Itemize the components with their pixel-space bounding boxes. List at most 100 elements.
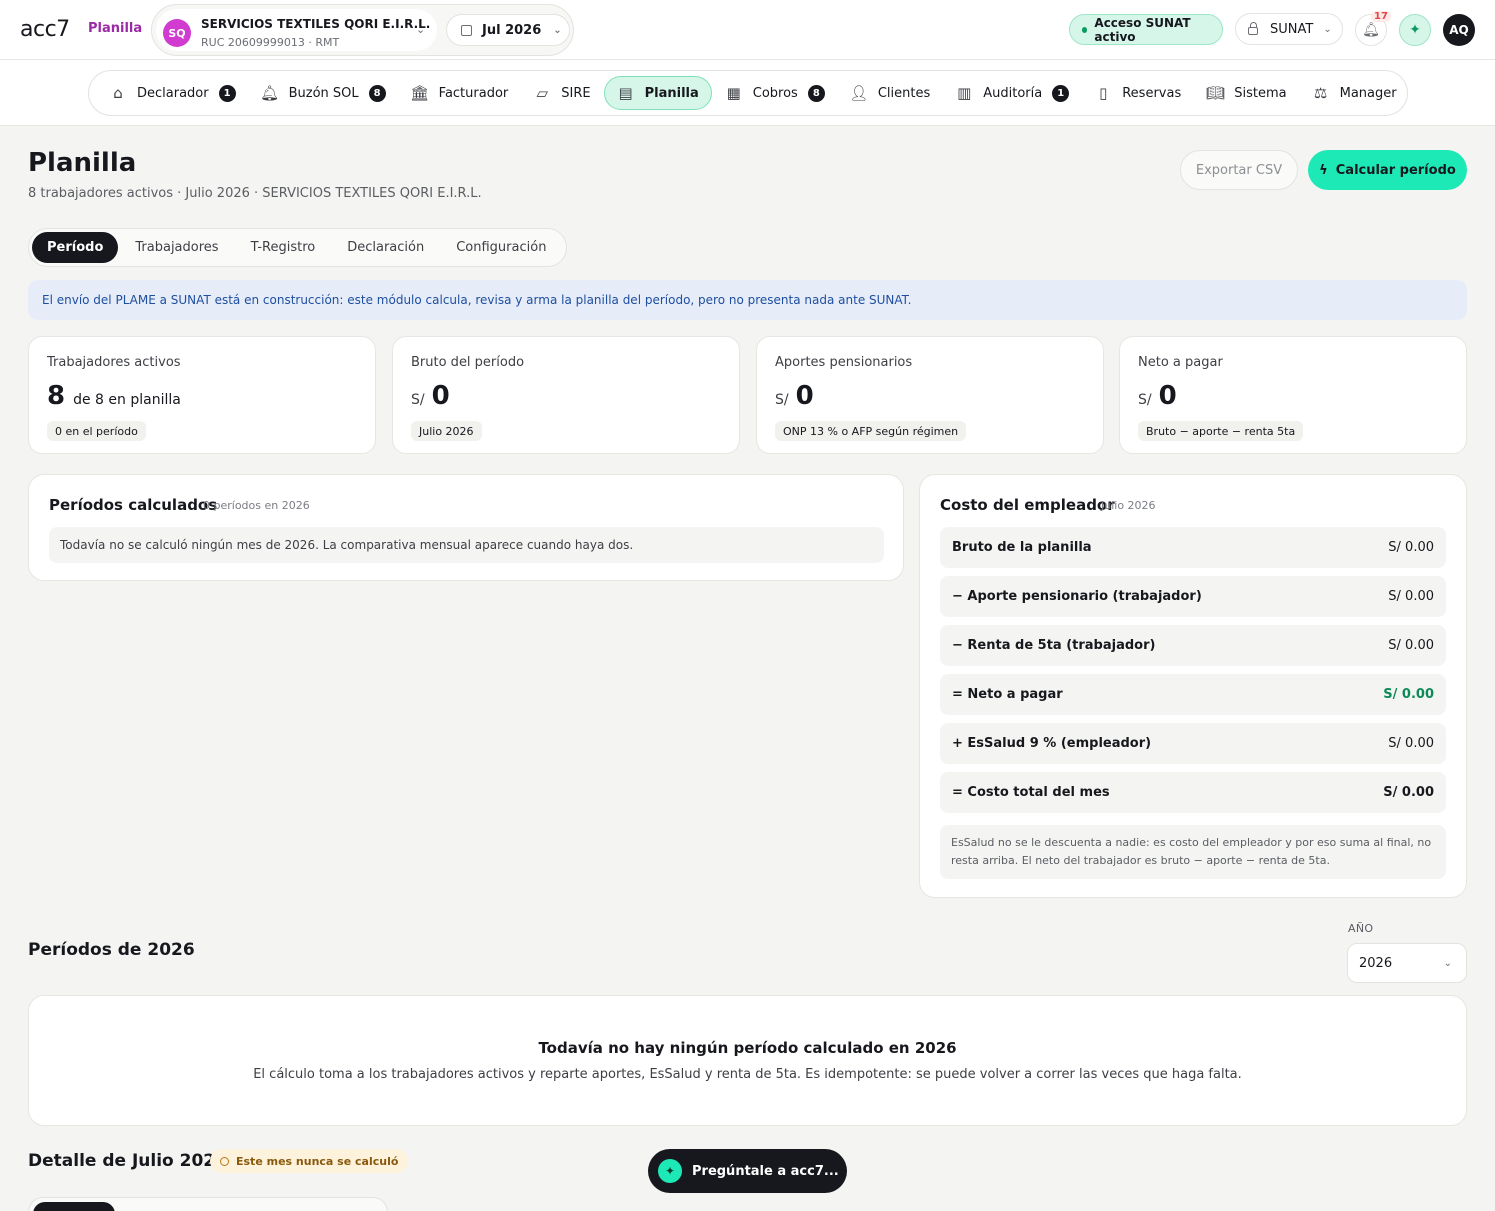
lock-icon [1248,22,1258,35]
export-csv-button[interactable]: Exportar CSV [1180,150,1298,190]
period-selector[interactable]: Jul 2026 ⌄ [446,14,570,46]
tab-periodo[interactable]: Período [32,232,119,263]
cost-value: S/ 0.00 [1388,540,1434,555]
nav-label: Auditoría [983,85,1043,101]
page-subtitle: 8 trabajadores activos · Julio 2026 · SE… [28,186,482,201]
card-meta: 0 períodos en 2026 [203,499,310,512]
kpi-number: 0 [1158,381,1177,411]
detail-tab-active[interactable] [33,1202,115,1211]
kpi-label: Neto a pagar [1138,355,1223,370]
sunat-status-badge[interactable]: Acceso SUNAT activo [1069,14,1223,45]
empty-state: Todavía no se calculó ningún mes de 2026… [49,527,884,563]
nav-item-cobros[interactable]: ▦ Cobros 8 [713,76,837,110]
kpi-label: Bruto del período [411,355,525,370]
bell-icon: 🔔︎ [1362,22,1380,38]
tab-configuracion[interactable]: Configuración [441,232,561,263]
nav-item-declarador[interactable]: ⌂ Declarador 1 [97,76,248,110]
nav-item-clientes[interactable]: 👤︎ Clientes [838,76,942,110]
kpi-card-aportes: Aportes pensionarios S/ 0 ONP 13 % o AFP… [756,336,1104,454]
cost-label: − Aporte pensionario (trabajador) [952,589,1202,604]
clock-icon [220,1156,229,1166]
nav-item-buzon-sol[interactable]: 🔔︎ Buzón SOL 8 [249,76,398,110]
kpi-value: S/ 0 [775,381,814,411]
assistant-button[interactable]: ✦ [1399,14,1431,46]
cost-row-bruto: Bruto de la planilla S/ 0.00 [940,527,1446,568]
main-nav-bar: ⌂ Declarador 1 🔔︎ Buzón SOL 8 🏛︎ Factura… [0,60,1495,126]
chevron-down-icon: ⌄ [416,23,426,36]
kpi-chip: ONP 13 % o AFP según régimen [775,421,967,441]
sparkle-icon: ✦ [1409,22,1421,38]
year-value: 2026 [1359,955,1393,971]
bell-icon: 🔔︎ [260,84,280,102]
nav-item-sistema[interactable]: 📖︎ Sistema [1194,76,1298,110]
kpi-card-neto: Neto a pagar S/ 0 Bruto − aporte − renta… [1119,336,1467,454]
nav-badge: 8 [807,84,825,102]
company-name: SERVICIOS TEXTILES QORI E.I.R.L. [201,17,431,31]
nav-item-reservas[interactable]: ▯ Reservas [1082,76,1193,110]
cost-row-aporte: − Aporte pensionario (trabajador) S/ 0.0… [940,576,1446,617]
cost-label: − Renta de 5ta (trabajador) [952,638,1156,653]
bank-icon: 🏛︎ [410,84,430,102]
nav-item-facturador[interactable]: 🏛︎ Facturador [399,76,521,110]
company-switcher: SQ SERVICIOS TEXTILES QORI E.I.R.L. RUC … [151,4,574,56]
kpi-value: S/ 0 [411,381,450,411]
nav-label: Sistema [1234,85,1287,101]
nav-item-manager[interactable]: ⚖︎ Manager [1300,76,1409,110]
ask-assistant-button[interactable]: ✦ Pregúntale a acc7... [648,1149,847,1193]
tab-declaracion[interactable]: Declaración [332,232,439,263]
nav-label: Manager [1339,85,1397,101]
cost-row-renta: − Renta de 5ta (trabajador) S/ 0.00 [940,625,1446,666]
book-icon: 📖︎ [1205,84,1225,102]
kpi-chip: Bruto − aporte − renta 5ta [1138,421,1304,441]
tag-icon: ▱ [536,84,549,102]
nav-label: Declarador [137,85,209,101]
main-nav: ⌂ Declarador 1 🔔︎ Buzón SOL 8 🏛︎ Factura… [88,70,1408,116]
home-icon: ⌂ [113,84,123,102]
nav-badge: 1 [218,84,236,102]
cost-label: Bruto de la planilla [952,540,1092,555]
year-select[interactable]: 2026 ⌄ [1347,943,1467,983]
cost-row-essalud: + EsSalud 9 % (empleador) S/ 0.00 [940,723,1446,764]
calculate-period-button[interactable]: ϟ Calcular período [1308,150,1467,190]
tab-trabajadores[interactable]: Trabajadores [120,232,233,263]
card-meta: Julio 2026 [1101,499,1156,512]
user-icon: 👤︎ [849,84,869,102]
empty-title: Todavía no hay ningún período calculado … [538,1039,957,1057]
app-logo[interactable]: acc7 [20,17,70,42]
periodos-empty-card: Todavía no hay ningún período calculado … [28,995,1467,1126]
tab-t-registro[interactable]: T-Registro [236,232,331,263]
nav-label: Buzón SOL [288,85,359,101]
breadcrumb[interactable]: Planilla [88,21,142,36]
kpi-number: 8 [47,381,66,411]
kpi-card-trabajadores: Trabajadores activos 8 de 8 en planilla … [28,336,376,454]
detail-title: Detalle de Julio 2026 [28,1151,227,1171]
cost-row-total: = Costo total del mes S/ 0.00 [940,772,1446,813]
nav-item-sire[interactable]: ▱ SIRE [521,76,602,110]
cost-label: = Neto a pagar [952,687,1063,702]
nav-item-planilla[interactable]: ▤ Planilla [603,76,712,110]
company-ruc: RUC 20609999013 · RMT [201,36,340,49]
card-title: Costo del empleador [940,496,1115,514]
warning-label: Este mes nunca se calculó [236,1154,399,1168]
kpi-currency: S/ [1138,392,1152,408]
user-avatar[interactable]: AQ [1443,14,1475,46]
chevron-down-icon: ⌄ [1443,957,1452,969]
scale-icon: ⚖︎ [1313,84,1328,102]
sunat-menu-button[interactable]: SUNAT ⌄ [1235,13,1343,45]
company-selector[interactable]: SQ SERVICIOS TEXTILES QORI E.I.R.L. RUC … [156,9,437,51]
cost-value: S/ 0.00 [1388,638,1434,653]
sparkle-icon: ✦ [658,1159,682,1183]
kpi-label: Aportes pensionarios [775,355,913,370]
kpi-suffix: de 8 en planilla [73,392,181,408]
cost-note: EsSalud no se le descuenta a nadie: es c… [940,825,1446,879]
kpi-label: Trabajadores activos [47,355,181,370]
nav-badge: 1 [1052,84,1070,102]
kpi-currency: S/ [775,392,789,408]
status-dot-icon [1082,26,1088,33]
nav-item-auditoria[interactable]: ▥ Auditoría 1 [943,76,1081,110]
chart-icon: ▥ [957,84,972,102]
detail-tabs [28,1197,388,1211]
calendar-icon [461,24,472,36]
cost-value: S/ 0.00 [1383,785,1434,800]
nav-label: Planilla [644,85,699,101]
